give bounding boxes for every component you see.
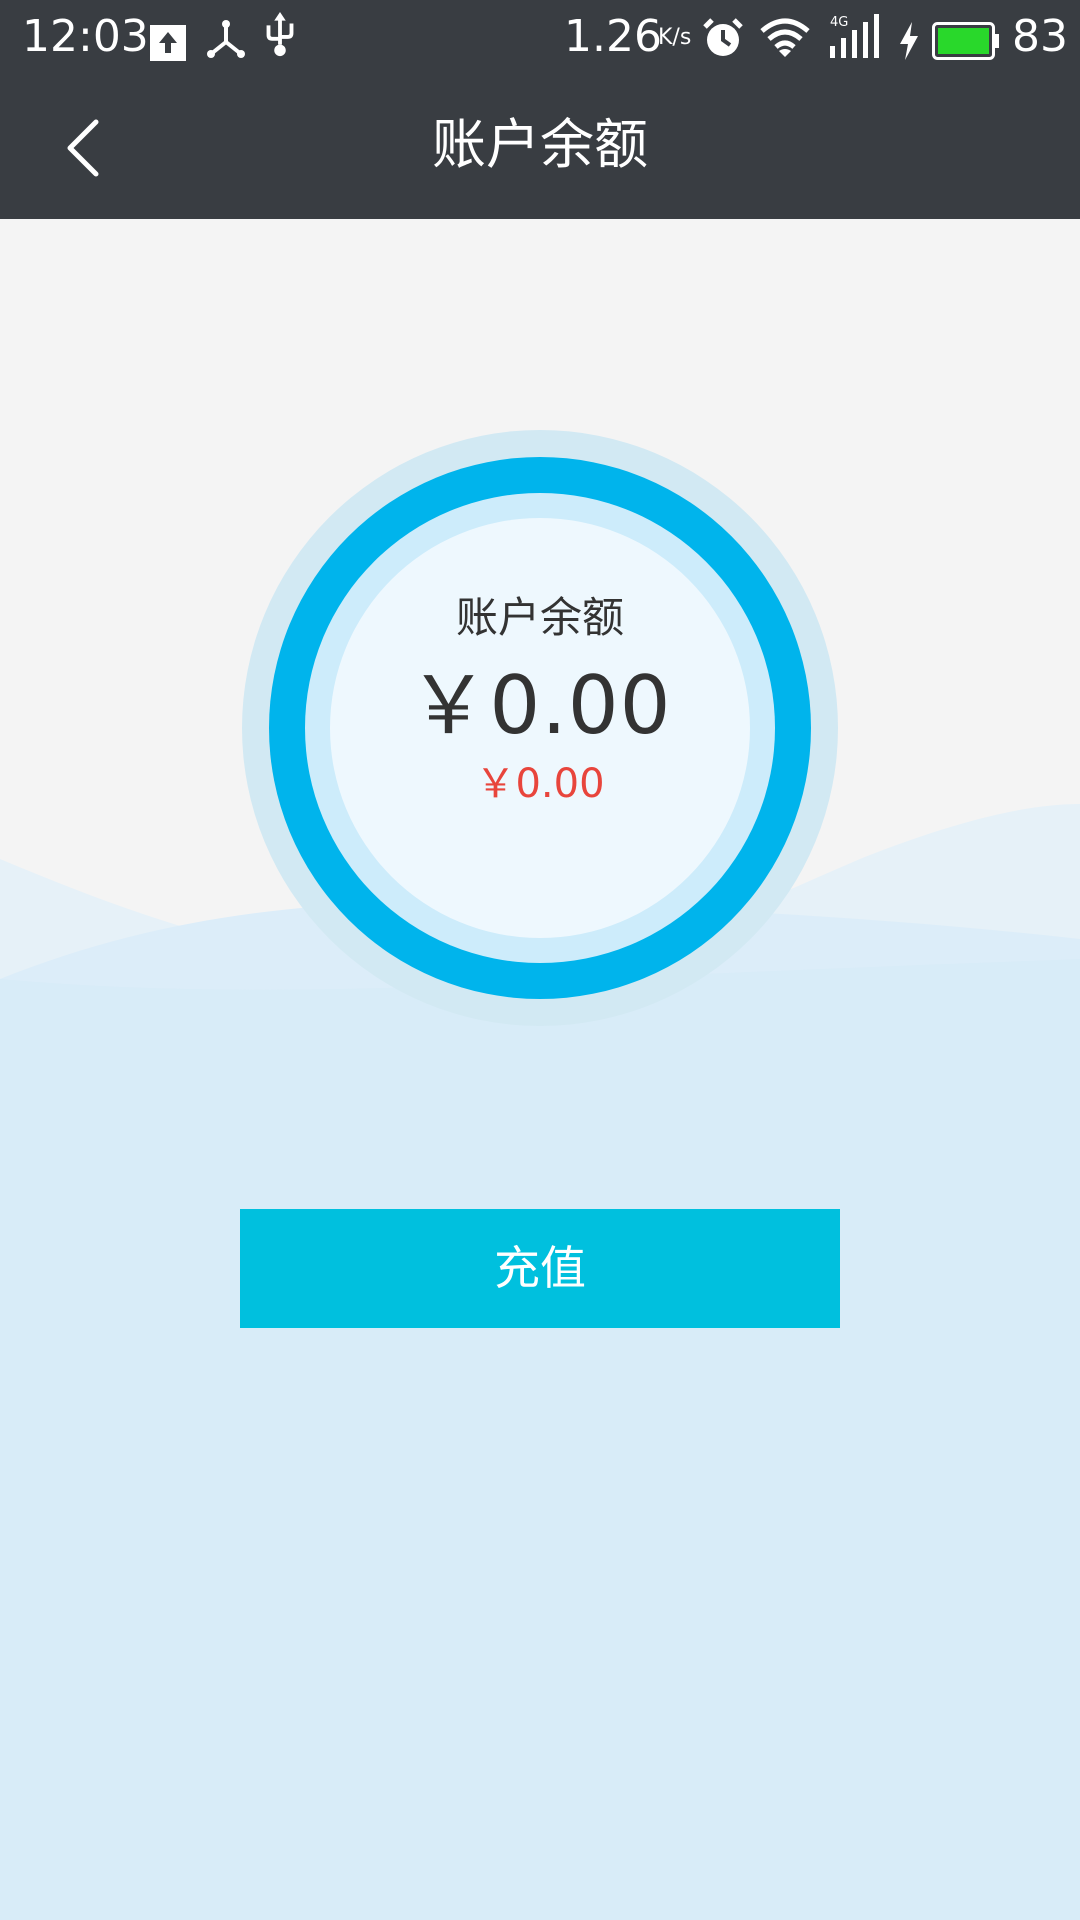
status-time: 12:03: [22, 11, 149, 62]
share-hub-icon: [207, 20, 245, 58]
upload-icon: [150, 25, 186, 61]
battery-icon: [932, 22, 999, 60]
screen: 12:03 1.26 K/s 4G 83 账户余额 账户余额 ￥0.00 ￥0.…: [0, 0, 1080, 1920]
status-battery-percent: 83: [1012, 11, 1068, 62]
balance-amount: ￥0.00: [408, 659, 672, 752]
status-net-speed: 1.26: [564, 11, 662, 62]
status-net-speed-unit: K/s: [658, 25, 692, 50]
usb-icon: [266, 12, 294, 57]
recharge-button[interactable]: 充值: [240, 1209, 840, 1328]
charging-icon: [900, 22, 918, 60]
balance-panel: 账户余额 ￥0.00 ￥0.00: [240, 428, 840, 1028]
wifi-icon: [760, 18, 810, 57]
app-bar: 账户余额: [0, 74, 1080, 219]
balance-label: 账户余额: [455, 593, 624, 642]
signal-4g-icon: 4G: [830, 14, 879, 58]
alarm-icon: [703, 18, 743, 56]
status-bar: 12:03 1.26 K/s 4G 83: [0, 0, 1080, 74]
svg-text:4G: 4G: [830, 15, 848, 30]
balance-sub-amount: ￥0.00: [475, 761, 605, 807]
page-title: 账户余额: [432, 113, 648, 176]
